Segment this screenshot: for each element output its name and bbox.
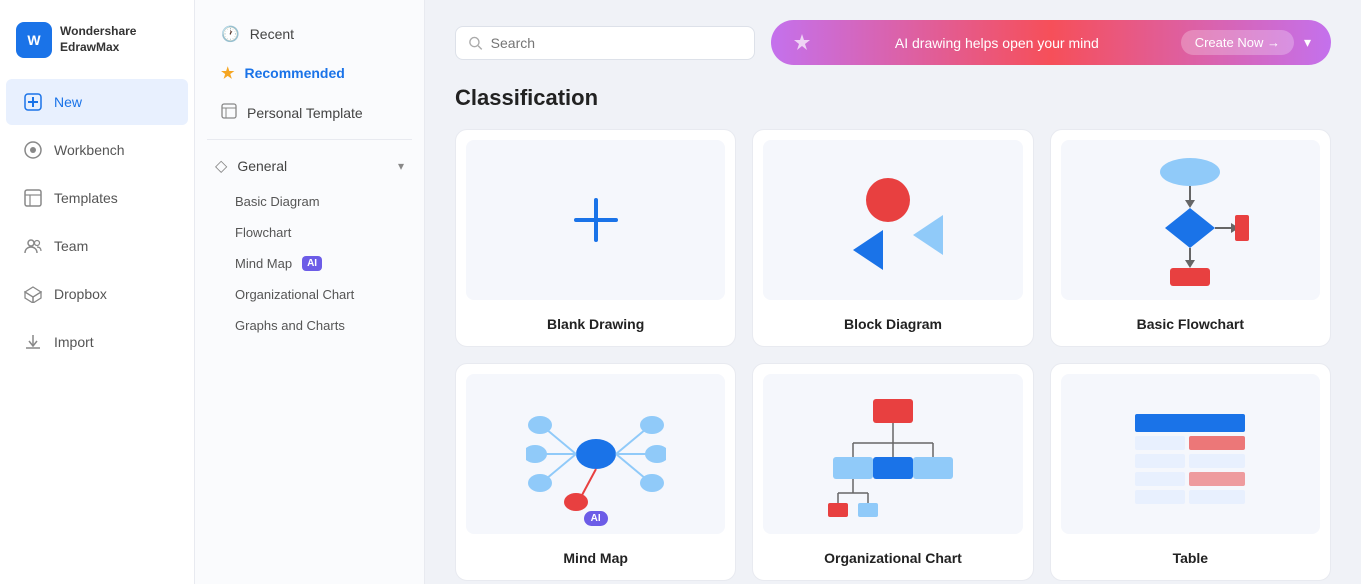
sub-item-org-chart[interactable]: Organizational Chart [195, 279, 424, 310]
sub-item-flowchart[interactable]: Flowchart [195, 217, 424, 248]
middle-panel: 🕐 Recent ★ Recommended Personal Template… [195, 0, 425, 584]
card-visual-orgchart [763, 374, 1022, 534]
cards-grid: Blank Drawing Block Diagram [455, 129, 1331, 581]
card-block-diagram-label: Block Diagram [763, 310, 1022, 336]
sub-item-flowchart-label: Flowchart [235, 225, 291, 240]
card-blank-drawing[interactable]: Blank Drawing [455, 129, 736, 347]
sidebar-item-dropbox-label: Dropbox [54, 286, 107, 302]
card-basic-flowchart-label: Basic Flowchart [1061, 310, 1320, 336]
sidebar-item-templates-label: Templates [54, 190, 118, 206]
dropbox-icon [22, 283, 44, 305]
workbench-icon [22, 139, 44, 161]
personal-template-icon [221, 103, 237, 123]
sidebar-item-workbench[interactable]: Workbench [6, 127, 188, 173]
sub-item-org-chart-label: Organizational Chart [235, 287, 354, 302]
block-diagram-icon [833, 160, 953, 280]
chevron-down-icon: ▾ [398, 159, 404, 173]
sidebar-item-import-label: Import [54, 334, 94, 350]
mind-map-icon [526, 389, 666, 519]
middle-item-recommended-label: Recommended [244, 65, 344, 81]
sidebar-item-new[interactable]: New [6, 79, 188, 125]
middle-item-recent[interactable]: 🕐 Recent [201, 15, 418, 53]
ai-badge-mind-map: AI [302, 256, 322, 271]
import-icon [22, 331, 44, 353]
flowchart-icon [1125, 150, 1255, 290]
sidebar-item-team[interactable]: Team [6, 223, 188, 269]
card-visual-mindmap: AI [466, 374, 725, 534]
create-now-button[interactable]: Create Now → [1181, 30, 1294, 55]
sidebar-item-workbench-label: Workbench [54, 142, 125, 158]
recommended-icon: ★ [221, 64, 234, 82]
middle-item-recent-label: Recent [250, 26, 294, 42]
middle-item-recommended[interactable]: ★ Recommended [201, 54, 418, 92]
app-logo-icon: W [16, 22, 52, 58]
org-chart-icon [823, 389, 963, 519]
sub-item-basic-diagram-label: Basic Diagram [235, 194, 320, 209]
card-org-chart[interactable]: Organizational Chart [752, 363, 1033, 581]
section-general-label: General [237, 158, 287, 174]
templates-icon [22, 187, 44, 209]
general-icon: ◇ [215, 156, 227, 176]
card-blank-drawing-label: Blank Drawing [466, 310, 725, 336]
logo-area: W Wondershare EdrawMax [0, 12, 194, 78]
search-box[interactable] [455, 26, 755, 60]
sidebar-item-new-label: New [54, 94, 82, 110]
main-content: AI drawing helps open your mind Create N… [425, 0, 1361, 584]
team-icon [22, 235, 44, 257]
card-table[interactable]: Table [1050, 363, 1331, 581]
svg-text:W: W [27, 32, 41, 48]
ai-star-icon [791, 32, 813, 54]
card-mind-map[interactable]: AI Mind Map [455, 363, 736, 581]
sub-item-basic-diagram[interactable]: Basic Diagram [195, 186, 424, 217]
card-table-label: Table [1061, 544, 1320, 570]
card-visual-table [1061, 374, 1320, 534]
sub-item-graphs-charts[interactable]: Graphs and Charts [195, 310, 424, 341]
dropdown-icon[interactable]: ▾ [1304, 34, 1311, 51]
section-title: Classification [455, 85, 1331, 111]
divider [207, 139, 412, 140]
ai-mini-badge-mindmap: AI [584, 511, 608, 526]
middle-item-personal-template-label: Personal Template [247, 105, 363, 121]
card-visual-blank [466, 140, 725, 300]
blank-drawing-icon [566, 190, 626, 250]
sub-item-mind-map[interactable]: Mind Map AI [195, 248, 424, 279]
middle-item-personal-template[interactable]: Personal Template [201, 93, 418, 133]
sidebar-item-dropbox[interactable]: Dropbox [6, 271, 188, 317]
sidebar-item-import[interactable]: Import [6, 319, 188, 365]
card-mind-map-label: Mind Map [466, 544, 725, 570]
sidebar-item-templates[interactable]: Templates [6, 175, 188, 221]
card-basic-flowchart[interactable]: Basic Flowchart [1050, 129, 1331, 347]
card-visual-block [763, 140, 1022, 300]
sub-item-mind-map-label: Mind Map [235, 256, 292, 271]
ai-banner-text: AI drawing helps open your mind [823, 35, 1171, 51]
card-org-chart-label: Organizational Chart [763, 544, 1022, 570]
sidebar-item-team-label: Team [54, 238, 88, 254]
left-sidebar: W Wondershare EdrawMax New Workbench [0, 0, 195, 584]
app-name: Wondershare EdrawMax [60, 24, 136, 55]
card-visual-flowchart [1061, 140, 1320, 300]
top-bar: AI drawing helps open your mind Create N… [455, 20, 1331, 65]
section-general[interactable]: ◇ General ▾ [195, 146, 424, 186]
table-icon [1125, 399, 1255, 509]
card-block-diagram[interactable]: Block Diagram [752, 129, 1033, 347]
sub-item-graphs-charts-label: Graphs and Charts [235, 318, 345, 333]
ai-banner[interactable]: AI drawing helps open your mind Create N… [771, 20, 1331, 65]
recent-icon: 🕐 [221, 25, 240, 43]
new-icon [22, 91, 44, 113]
search-icon [468, 35, 483, 51]
search-input[interactable] [491, 35, 742, 51]
